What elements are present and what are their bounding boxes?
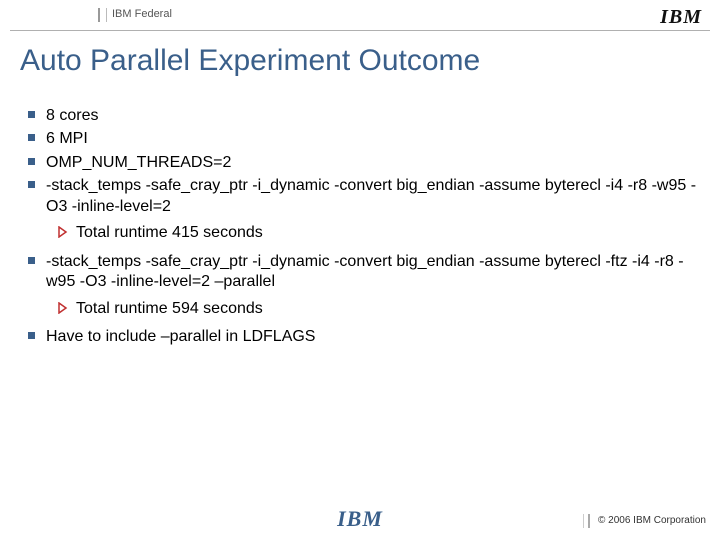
- list-item-text: Have to include –parallel in LDFLAGS: [46, 327, 700, 347]
- list-item: Have to include –parallel in LDFLAGS: [28, 327, 700, 347]
- list-item-text: -stack_temps -safe_cray_ptr -i_dynamic -…: [46, 252, 700, 293]
- list-item-text: OMP_NUM_THREADS=2: [46, 153, 700, 173]
- footer-bar: IBM © 2006 IBM Corporation: [0, 506, 720, 534]
- list-item: 6 MPI: [28, 129, 700, 149]
- square-bullet-icon: [28, 181, 38, 217]
- list-item: OMP_NUM_THREADS=2: [28, 153, 700, 173]
- division-label: IBM Federal: [112, 8, 172, 20]
- header-rule: [98, 8, 100, 22]
- arrow-right-icon: [58, 302, 68, 319]
- copyright-text: © 2006 IBM Corporation: [598, 515, 706, 526]
- square-bullet-icon: [28, 111, 38, 126]
- ibm-logo-icon: IBM: [337, 506, 383, 532]
- list-item: -stack_temps -safe_cray_ptr -i_dynamic -…: [28, 176, 700, 217]
- ibm-logo-icon: IBM: [660, 6, 702, 29]
- footer-rule: [583, 514, 584, 528]
- list-item: 8 cores: [28, 106, 700, 126]
- sub-list-item-text: Total runtime 594 seconds: [76, 299, 700, 319]
- square-bullet-icon: [28, 332, 38, 347]
- content-body: 8 cores 6 MPI OMP_NUM_THREADS=2 -stack_t…: [28, 106, 700, 351]
- sub-list-item: Total runtime 594 seconds: [58, 299, 700, 319]
- square-bullet-icon: [28, 158, 38, 173]
- page-title: Auto Parallel Experiment Outcome: [20, 44, 480, 78]
- square-bullet-icon: [28, 257, 38, 293]
- footer-rule: [588, 514, 590, 528]
- list-item-text: 6 MPI: [46, 129, 700, 149]
- header-divider: [10, 30, 710, 31]
- square-bullet-icon: [28, 134, 38, 149]
- sub-list-item-text: Total runtime 415 seconds: [76, 223, 700, 243]
- list-item: -stack_temps -safe_cray_ptr -i_dynamic -…: [28, 252, 700, 293]
- list-item-text: -stack_temps -safe_cray_ptr -i_dynamic -…: [46, 176, 700, 217]
- sub-list-item: Total runtime 415 seconds: [58, 223, 700, 243]
- list-item-text: 8 cores: [46, 106, 700, 126]
- slide: IBM Federal IBM Auto Parallel Experiment…: [0, 0, 720, 540]
- header-rule: [106, 8, 107, 22]
- arrow-right-icon: [58, 226, 68, 243]
